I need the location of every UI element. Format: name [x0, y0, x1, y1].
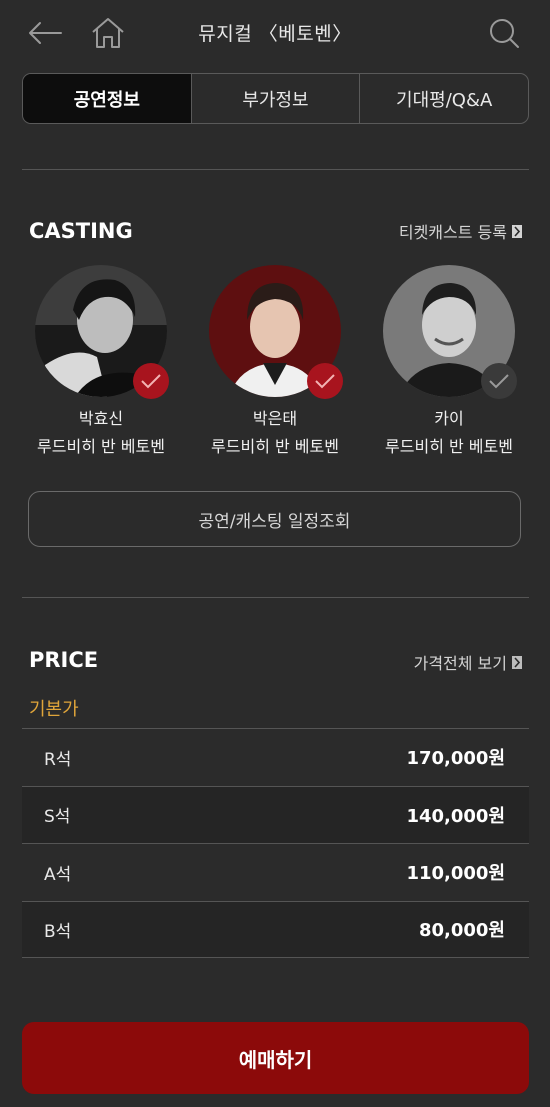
seat-price: 80,000원 — [418, 920, 505, 942]
tab-additional-info[interactable]: 부가정보 — [192, 74, 361, 123]
tab-reviews-qa[interactable]: 기대평/Q&A — [360, 74, 528, 123]
view-all-prices-link[interactable]: 가격전체 보기 — [414, 650, 522, 674]
cast-avatar — [35, 265, 169, 399]
cast-list: 박효신 루드비히 반 베토벤 박은태 루드비히 반 베토벤 카이 루드비히 반 … — [0, 265, 550, 465]
check-badge[interactable] — [307, 363, 343, 399]
seat-grade: A석 — [44, 864, 72, 885]
cast-role: 루드비히 반 베토벤 — [211, 437, 339, 456]
price-row: R석 170,000원 — [22, 728, 529, 786]
ticketcast-register-link[interactable]: 티켓캐스트 등록 — [399, 219, 522, 243]
seat-price: 140,000원 — [406, 805, 505, 827]
price-row: A석 110,000원 — [22, 843, 529, 901]
view-all-prices-label: 가격전체 보기 — [413, 654, 507, 673]
cast-role: 루드비히 반 베토벤 — [385, 437, 513, 456]
cast-name: 박효신 — [78, 409, 124, 428]
check-icon — [315, 374, 335, 389]
casting-title: CASTING — [29, 219, 133, 243]
check-icon — [489, 374, 509, 389]
price-title: PRICE — [29, 648, 99, 672]
tab-performance-info[interactable]: 공연정보 — [23, 74, 192, 123]
seat-grade: R석 — [44, 749, 72, 770]
back-button[interactable] — [25, 13, 65, 53]
chevron-right-icon — [512, 224, 522, 238]
arrow-left-icon — [29, 22, 62, 44]
cast-member[interactable]: 박효신 루드비히 반 베토벤 — [16, 265, 186, 457]
check-icon — [141, 374, 161, 389]
cast-avatar — [209, 265, 343, 399]
cast-name: 박은태 — [252, 409, 298, 428]
search-button[interactable] — [484, 13, 524, 53]
search-icon — [490, 19, 519, 48]
home-icon — [92, 18, 124, 48]
schedule-lookup-button[interactable]: 공연/캐스팅 일정조회 — [28, 491, 521, 547]
page-title: 뮤지컬 〈베토벤〉 — [198, 23, 352, 45]
check-badge[interactable] — [481, 363, 517, 399]
top-bar: 뮤지컬 〈베토벤〉 — [0, 0, 550, 66]
seat-price: 110,000원 — [406, 863, 505, 885]
cast-avatar — [383, 265, 517, 399]
price-row: B석 80,000원 — [22, 900, 529, 958]
home-button[interactable] — [88, 13, 128, 53]
cast-role: 루드비히 반 베토벤 — [37, 437, 165, 456]
cast-name: 카이 — [434, 409, 464, 428]
divider — [22, 169, 529, 170]
cast-member[interactable]: 카이 루드비히 반 베토벤 — [364, 265, 534, 457]
chevron-right-icon — [512, 655, 522, 669]
tab-bar: 공연정보 부가정보 기대평/Q&A — [22, 73, 529, 124]
book-button[interactable]: 예매하기 — [22, 1022, 529, 1094]
price-row: S석 140,000원 — [22, 785, 529, 843]
basic-price-label: 기본가 — [29, 699, 79, 720]
check-badge[interactable] — [133, 363, 169, 399]
seat-grade: S석 — [44, 807, 71, 828]
cast-member[interactable]: 박은태 루드비히 반 베토벤 — [190, 265, 360, 457]
ticketcast-register-label: 티켓캐스트 등록 — [398, 223, 507, 242]
seat-price: 170,000원 — [406, 748, 505, 770]
divider — [22, 597, 529, 598]
price-table: R석 170,000원 S석 140,000원 A석 110,000원 B석 8… — [22, 728, 529, 958]
seat-grade: B석 — [44, 921, 72, 942]
